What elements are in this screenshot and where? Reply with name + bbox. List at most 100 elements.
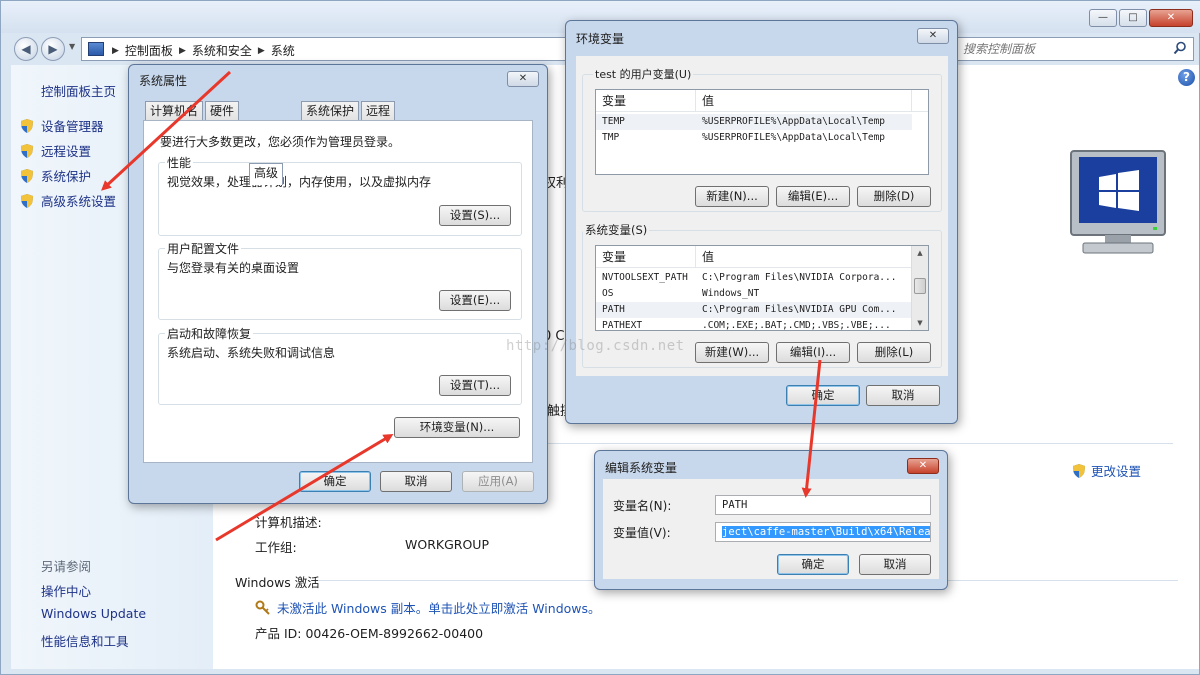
- scroll-up-icon[interactable]: ▲: [912, 246, 928, 260]
- cancel-button[interactable]: 取消: [859, 554, 931, 575]
- tab-computer-name[interactable]: 计算机名: [145, 101, 204, 121]
- user-new-button[interactable]: 新建(N)...: [695, 186, 769, 207]
- variable-value-field[interactable]: ject\caffe-master\Build\x64\Release: [715, 522, 931, 542]
- cancel-button[interactable]: 取消: [866, 385, 940, 406]
- minimize-button[interactable]: —: [1089, 9, 1117, 27]
- variable-name: TEMP: [602, 116, 625, 127]
- table-row[interactable]: TMP %USERPROFILE%\AppData\Local\Temp: [596, 130, 912, 146]
- table-row[interactable]: TEMP %USERPROFILE%\AppData\Local\Temp: [596, 114, 912, 130]
- control-panel-home-link[interactable]: 控制面板主页: [41, 81, 116, 100]
- ok-button[interactable]: 确定: [786, 385, 860, 406]
- startup-recovery-settings-button[interactable]: 设置(T)...: [439, 375, 511, 396]
- tab-hardware[interactable]: 硬件: [205, 101, 240, 121]
- column-header-variable[interactable]: 变量: [596, 246, 696, 268]
- system-properties-dialog: 系统属性 ✕ 计算机名 硬件 高级 系统保护 远程 要进行大多数更改，您必须作为…: [128, 64, 548, 504]
- task-link-advanced-system-settings[interactable]: 高级系统设置: [19, 191, 116, 210]
- dialog-close-button[interactable]: ✕: [917, 28, 949, 44]
- system-edit-button[interactable]: 编辑(I)...: [776, 342, 850, 363]
- key-icon: [255, 600, 270, 615]
- group-label: 系统变量(S): [583, 222, 650, 238]
- edit-variable-body: 变量名(N): PATH 变量值(V): ject\caffe-master\B…: [603, 479, 939, 579]
- user-profiles-settings-button[interactable]: 设置(E)...: [439, 290, 511, 311]
- startup-recovery-group: 启动和故障恢复 系统启动、系统失败和调试信息 设置(T)...: [158, 325, 522, 405]
- tab-system-protection[interactable]: 系统保护: [301, 101, 360, 121]
- windows-monitor-logo-icon: [1070, 150, 1166, 254]
- system-delete-button[interactable]: 删除(L): [857, 342, 931, 363]
- variable-value: C:\Program Files\NVIDIA Corpora...: [702, 272, 897, 283]
- user-variables-group: test 的用户变量(U) 变量 值 TEMP %USERPROFILE%\Ap…: [582, 66, 942, 212]
- scrollbar-thumb[interactable]: [914, 278, 926, 294]
- back-button[interactable]: ◀: [14, 37, 38, 61]
- see-also-windows-update[interactable]: Windows Update: [41, 606, 146, 621]
- column-header-value[interactable]: 值: [696, 90, 912, 112]
- ok-button[interactable]: 确定: [299, 471, 371, 492]
- recent-pages-dropdown-icon[interactable]: ▼: [69, 42, 75, 51]
- see-also-action-center[interactable]: 操作中心: [41, 581, 91, 600]
- group-label: 性能: [165, 154, 194, 171]
- group-label: 用户配置文件: [165, 240, 242, 257]
- table-row[interactable]: PATH C:\Program Files\NVIDIA GPU Com...: [596, 302, 912, 318]
- group-description: 系统启动、系统失败和调试信息: [167, 346, 336, 360]
- user-profiles-group: 用户配置文件 与您登录有关的桌面设置 设置(E)...: [158, 240, 522, 320]
- help-icon[interactable]: ?: [1178, 69, 1195, 86]
- user-delete-button[interactable]: 删除(D): [857, 186, 931, 207]
- tab-remote[interactable]: 远程: [361, 101, 396, 121]
- variable-value: Windows_NT: [702, 288, 760, 299]
- admin-notice: 要进行大多数更改，您必须作为管理员登录。: [160, 135, 401, 149]
- table-header: 变量 值: [596, 90, 928, 112]
- tab-advanced[interactable]: 高级: [249, 163, 284, 185]
- close-button[interactable]: ✕: [1149, 9, 1193, 27]
- breadcrumb-separator-icon: ▶: [257, 45, 265, 56]
- maximize-button[interactable]: □: [1119, 9, 1147, 27]
- task-link-device-manager[interactable]: 设备管理器: [19, 116, 104, 135]
- table-row[interactable]: NVTOOLSEXT_PATH C:\Program Files\NVIDIA …: [596, 270, 912, 286]
- change-settings-link[interactable]: 更改设置: [1071, 461, 1141, 480]
- control-panel-icon: [88, 42, 104, 56]
- variable-name-label: 变量名(N):: [613, 499, 672, 513]
- uac-shield-icon: [21, 118, 33, 133]
- table-header: 变量 值: [596, 246, 912, 268]
- activate-windows-link[interactable]: 未激活此 Windows 副本。单击此处立即激活 Windows。: [255, 598, 601, 617]
- search-box[interactable]: [956, 37, 1194, 61]
- dialog-close-button[interactable]: ✕: [907, 458, 939, 474]
- group-label: test 的用户变量(U): [593, 66, 694, 82]
- task-link-label: 远程设置: [41, 144, 92, 159]
- group-description: 视觉效果，处理器计划，内存使用，以及虚拟内存: [167, 175, 432, 189]
- column-header-variable[interactable]: 变量: [596, 90, 696, 112]
- forward-button[interactable]: ▶: [41, 37, 65, 61]
- variable-value: C:\Program Files\NVIDIA GPU Com...: [702, 304, 897, 315]
- caption-buttons: — □ ✕: [1089, 9, 1193, 27]
- system-variables-scrollbar[interactable]: ▲ ▼: [911, 246, 928, 330]
- cancel-button[interactable]: 取消: [380, 471, 452, 492]
- table-row[interactable]: PATHEXT .COM;.EXE;.BAT;.CMD;.VBS;.VBE;..…: [596, 318, 912, 330]
- user-variables-table: 变量 值 TEMP %USERPROFILE%\AppData\Local\Te…: [595, 89, 929, 175]
- environment-variables-button[interactable]: 环境变量(N)...: [394, 417, 520, 438]
- workgroup-value: WORKGROUP: [405, 537, 489, 552]
- uac-shield-icon: [21, 193, 33, 208]
- column-header-value[interactable]: 值: [696, 246, 912, 268]
- breadcrumb-system-security[interactable]: 系统和安全: [192, 42, 252, 59]
- system-new-button[interactable]: 新建(W)...: [695, 342, 769, 363]
- breadcrumb-control-panel[interactable]: 控制面板: [125, 42, 173, 59]
- task-link-remote-settings[interactable]: 远程设置: [19, 141, 91, 160]
- performance-settings-button[interactable]: 设置(S)...: [439, 205, 511, 226]
- tab-panel-advanced: 要进行大多数更改，您必须作为管理员登录。 性能 视觉效果，处理器计划，内存使用，…: [143, 120, 533, 463]
- table-row[interactable]: OS Windows_NT: [596, 286, 912, 302]
- search-input[interactable]: [957, 38, 1157, 60]
- apply-button[interactable]: 应用(A): [462, 471, 534, 492]
- scroll-down-icon[interactable]: ▼: [912, 316, 928, 330]
- task-link-system-protection[interactable]: 系统保护: [19, 166, 91, 185]
- group-description: 与您登录有关的桌面设置: [167, 261, 300, 275]
- variable-name-field[interactable]: PATH: [715, 495, 931, 515]
- uac-shield-icon: [1073, 463, 1085, 478]
- search-icon[interactable]: [1173, 41, 1187, 55]
- breadcrumb-system[interactable]: 系统: [271, 42, 295, 59]
- task-link-label: 设备管理器: [41, 119, 104, 134]
- dialog-close-button[interactable]: ✕: [507, 71, 539, 87]
- uac-shield-icon: [21, 168, 33, 183]
- user-edit-button[interactable]: 编辑(E)...: [776, 186, 850, 207]
- variable-value: %USERPROFILE%\AppData\Local\Temp: [702, 116, 886, 127]
- dialog-title: 系统属性: [139, 74, 188, 88]
- ok-button[interactable]: 确定: [777, 554, 849, 575]
- see-also-performance-tools[interactable]: 性能信息和工具: [41, 631, 129, 650]
